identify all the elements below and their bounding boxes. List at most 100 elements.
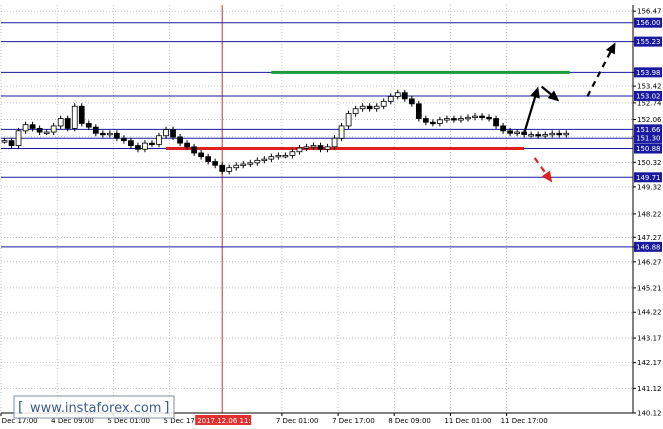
price-candle (50, 125, 57, 133)
forecast-arrows (523, 42, 616, 183)
y-tick-label: 142.17 (637, 359, 662, 367)
level-label: 156.00 (636, 19, 661, 27)
watermark-bracket-right: ] (164, 400, 169, 416)
price-candle (254, 159, 261, 164)
price-candle (71, 105, 78, 129)
price-candle (64, 118, 71, 129)
watermark: [ www.instaforex.com ] (13, 395, 175, 419)
y-tick-label: 140.12 (637, 410, 662, 418)
price-candle (430, 121, 436, 125)
price-candle (205, 156, 212, 162)
price-candle (465, 116, 471, 120)
price-candle (57, 118, 64, 127)
price-candle (528, 134, 535, 137)
price-candle (373, 105, 380, 110)
price-candle (268, 156, 275, 160)
price-candle (296, 147, 303, 153)
price-candle (92, 126, 99, 134)
price-candle (191, 146, 197, 154)
y-tick-label: 149.32 (637, 183, 662, 191)
price-candle (85, 123, 92, 128)
x-tick-label: 11 Dec 01:00 (444, 417, 491, 425)
price-candle (289, 151, 296, 156)
y-tick-label: 148.22 (637, 210, 662, 218)
y-tick-label: 145.21 (637, 284, 662, 292)
price-candle (387, 96, 394, 102)
x-tick-label: 7 Dec 01:00 (276, 417, 319, 425)
price-candle (184, 142, 190, 148)
y-tick-label: 143.17 (637, 335, 662, 343)
y-tick-label: 152.06 (637, 116, 662, 124)
price-candle (156, 135, 162, 145)
price-candle (317, 145, 324, 150)
price-candle (472, 115, 478, 118)
price-candle (78, 105, 85, 124)
price-candle (444, 118, 450, 121)
y-tick-label: 146.27 (637, 258, 662, 266)
price-candle (36, 127, 43, 133)
grid (0, 5, 633, 414)
watermark-bracket-left: [ (18, 400, 23, 416)
axes (1, 5, 634, 414)
price-candle (142, 142, 148, 150)
x-tick-label: 7 Dec 17:00 (332, 417, 375, 425)
price-candle (366, 105, 373, 110)
level-label: 149.71 (636, 174, 661, 182)
price-candle (352, 108, 359, 115)
price-candle (135, 145, 141, 150)
price-candle (493, 118, 499, 127)
price-candle (415, 103, 422, 119)
price-candle (500, 125, 506, 132)
price-candle (394, 92, 401, 97)
price-candle (177, 136, 183, 144)
price-candle (422, 118, 429, 123)
price-candle (458, 118, 464, 121)
level-label: 150.88 (636, 145, 661, 153)
arrow-head (541, 170, 553, 183)
price-candle (556, 132, 563, 136)
y-tick-label: 144.22 (637, 309, 662, 317)
price-candle (106, 132, 113, 136)
price-candle (451, 118, 457, 121)
zone-lines (166, 70, 570, 151)
level-label: 151.30 (636, 135, 661, 143)
level-label: 146.88 (636, 243, 661, 251)
price-candle (535, 134, 542, 137)
y-tick-label: 153.42 (637, 83, 662, 91)
price-candle (282, 155, 289, 158)
price-series (1, 89, 570, 175)
y-tick-label: 150.32 (637, 159, 662, 167)
level-label: 153.02 (636, 92, 661, 100)
y-tick-label: 141.12 (637, 385, 662, 393)
price-candle (345, 113, 352, 127)
price-candle (22, 124, 29, 132)
price-candle (549, 132, 556, 136)
level-label: 155.23 (636, 38, 661, 46)
price-candle (275, 155, 282, 158)
price-candle (170, 129, 176, 138)
price-candle (43, 131, 50, 134)
price-candle (114, 132, 120, 139)
price-candle (380, 100, 387, 107)
x-tick-label: 11 Dec 17:00 (501, 417, 548, 425)
chart: 156.47155.23153.98153.42152.74152.06151.… (0, 0, 663, 429)
price-candle (128, 140, 134, 146)
price-candle (8, 140, 15, 146)
price-candle (507, 130, 513, 134)
price-candle (219, 164, 226, 172)
price-candle (338, 125, 345, 139)
price-candle (486, 116, 492, 120)
price-candle (261, 158, 268, 162)
watermark-text: www.instaforex.com (30, 401, 161, 416)
y-tick-label: 156.47 (637, 8, 662, 16)
price-candle (99, 132, 106, 136)
arrow-head (530, 86, 540, 99)
price-candle (437, 119, 443, 124)
price-candle (163, 129, 169, 137)
y-tick-label: 147.27 (637, 234, 662, 242)
price-candle (226, 167, 233, 172)
price-candle (212, 161, 219, 166)
price-candle (479, 115, 485, 118)
price-candle (149, 142, 155, 146)
price-candle (310, 145, 317, 148)
